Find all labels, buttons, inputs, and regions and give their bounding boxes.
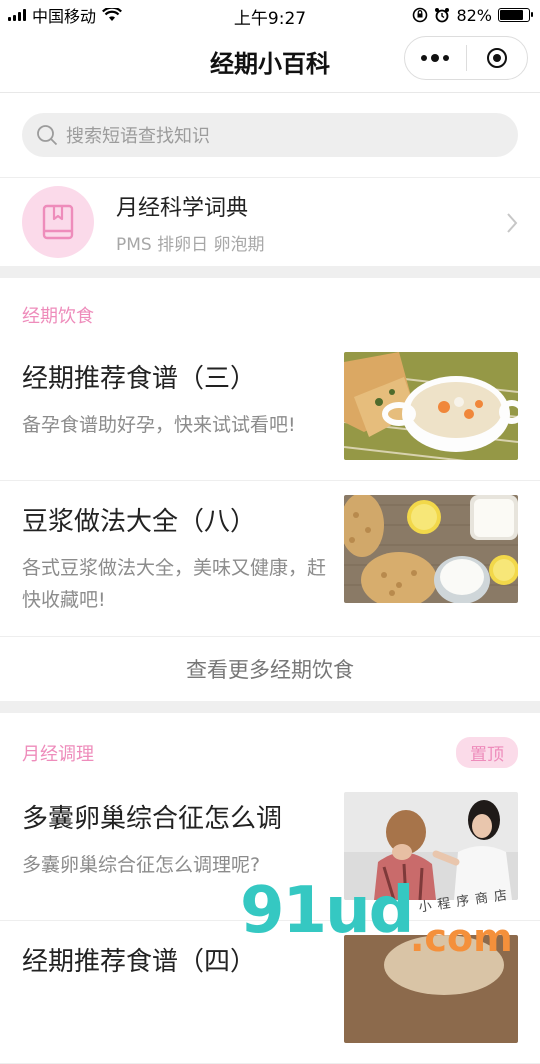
dictionary-title: 月经科学词典 [116,195,249,221]
search-area: 搜索短语查找知识 [0,93,540,177]
article-item[interactable]: 豆浆做法大全（八） 各式豆浆做法大全，美味又健康，赶快收藏吧! [0,481,540,637]
section-gap [0,701,540,713]
pinned-badge: 置顶 [456,737,518,768]
soybeans-image [344,495,518,603]
close-target-icon [486,48,507,68]
battery-percent: 82% [456,5,492,25]
article-title: 多囊卵巢综合征怎么调 [22,804,283,834]
article-desc: 多囊卵巢综合征怎么调理呢? [22,854,261,876]
alarm-icon [435,8,450,23]
battery-fill [500,10,523,20]
section-menstrual-care: 月经调理 置顶 多囊卵巢综合征怎么调 多囊卵巢综合征怎么调理呢? 经期推荐食谱（… [0,713,540,1064]
book-icon [22,186,94,258]
more-button[interactable] [405,37,466,79]
section-gap [0,266,540,278]
food-image [344,935,518,1043]
article-item[interactable]: 经期推荐食谱（四） [0,921,540,1064]
more-dots-icon [421,53,450,62]
see-more-diet-link[interactable]: 查看更多经期饮食 [0,637,540,701]
article-desc: 备孕食谱助好孕，快来试试看吧! [22,414,296,436]
search-placeholder: 搜索短语查找知识 [66,126,210,147]
section-label: 月经调理 [22,743,94,765]
section-header: 经期饮食 [0,278,540,338]
dictionary-entry[interactable]: 月经科学词典 PMS 排卵日 卵泡期 [0,177,540,266]
status-right: 82% [412,5,533,25]
article-item[interactable]: 多囊卵巢综合征怎么调 多囊卵巢综合征怎么调理呢? [0,778,540,921]
section-header: 月经调理 置顶 [0,713,540,778]
article-desc: 各式豆浆做法大全，美味又健康，赶快收藏吧! [22,557,327,611]
chevron-right-icon [507,213,518,233]
page-title: 经期小百科 [210,49,330,78]
section-label: 经期饮食 [22,306,94,327]
carrier-label: 中国移动 [32,7,97,26]
section-period-diet: 经期饮食 经期推荐食谱（三） 备孕食谱助好孕，快来试试看吧! 豆浆做法大全（八）… [0,278,540,701]
miniprogram-capsule [404,36,528,80]
wifi-icon [102,8,122,21]
battery-icon [498,8,533,22]
search-icon [37,125,58,146]
article-title: 经期推荐食谱（三） [22,364,257,394]
rotation-lock-icon [413,7,428,23]
close-miniprogram-button[interactable] [467,37,528,79]
signal-icon [8,9,26,21]
status-bar: 中国移动 上午9:27 82% [0,0,540,30]
article-title: 豆浆做法大全（八） [22,507,257,537]
status-left: 中国移动 [8,3,122,27]
women-image [344,792,518,900]
navigation-bar: 经期小百科 [0,30,540,93]
article-item[interactable]: 经期推荐食谱（三） 备孕食谱助好孕，快来试试看吧! [0,338,540,481]
dictionary-subtitle: PMS 排卵日 卵泡期 [116,234,265,255]
soup-image [344,352,518,460]
search-input[interactable]: 搜索短语查找知识 [22,113,518,157]
